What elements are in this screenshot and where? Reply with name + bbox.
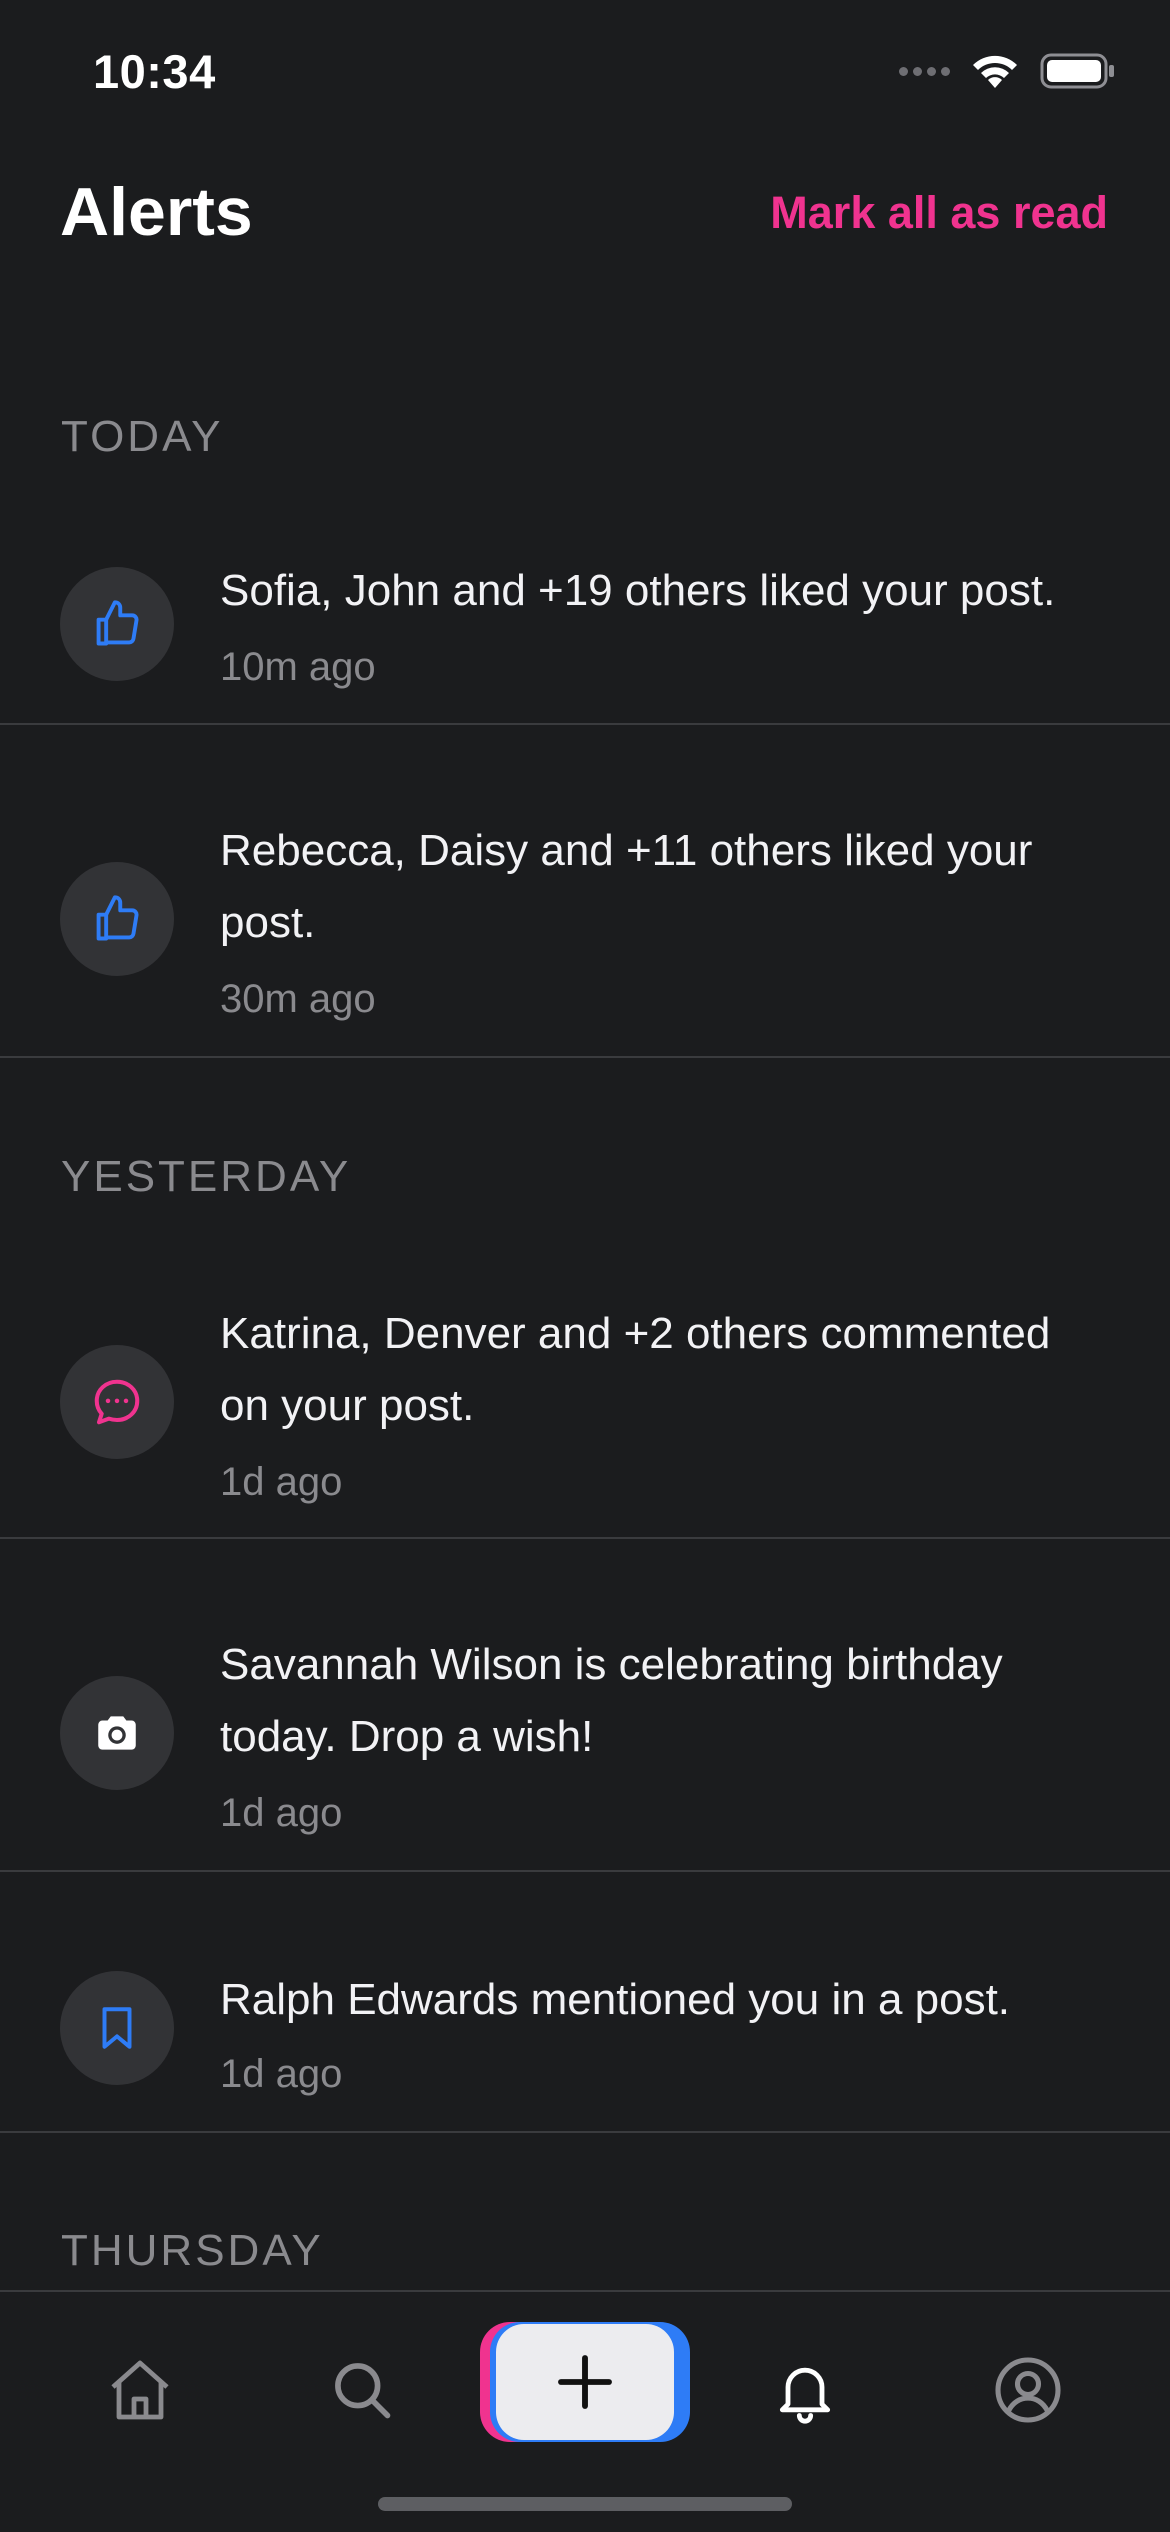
- alert-text: Katrina, Denver and +2 others commented …: [220, 1309, 1051, 1430]
- home-indicator[interactable]: [378, 2497, 792, 2511]
- alert-time: 1d ago: [220, 1791, 343, 1835]
- alert-icon-container: [60, 1676, 174, 1790]
- search-icon: [335, 2363, 391, 2419]
- alert-text: Rebecca, Daisy and +11 others liked your…: [220, 826, 1033, 947]
- alert-time: 10m ago: [220, 645, 376, 689]
- alert-icon-container: [60, 1971, 174, 2085]
- alert-time: 1d ago: [220, 1460, 343, 1504]
- bell-icon: [779, 2367, 831, 2424]
- alert-icon-container: [60, 1345, 174, 1459]
- status-bar: 10:34: [0, 0, 1170, 150]
- thumbs-up-icon: [96, 600, 139, 646]
- alert-row[interactable]: Savannah Wilson is celebrating birthday …: [0, 1539, 1170, 1872]
- alert-icon-container: [60, 567, 174, 681]
- tab-profile[interactable]: [978, 2340, 1078, 2440]
- alert-row[interactable]: Ralph Edwards mentioned you in a post. 1…: [0, 1872, 1170, 2133]
- alert-time: 30m ago: [220, 977, 376, 1021]
- alert-row[interactable]: Katrina, Denver and +2 others commented …: [0, 1250, 1170, 1539]
- alert-text: Sofia, John and +19 others liked your po…: [220, 566, 1056, 615]
- alerts-screen: 10:34 Alerts Mark all as read TODAY Sofi…: [0, 0, 1170, 2532]
- status-time: 10:34: [93, 45, 216, 98]
- thumbs-up-icon: [96, 895, 139, 941]
- create-post-button[interactable]: [480, 2322, 690, 2442]
- alert-icon-container: [60, 862, 174, 976]
- alert-text: Ralph Edwards mentioned you in a post.: [220, 1975, 1011, 2024]
- bookmark-icon: [102, 2007, 132, 2049]
- camera-icon: [98, 1716, 136, 1750]
- section-header-today: TODAY: [61, 412, 224, 461]
- tab-home[interactable]: [90, 2340, 190, 2440]
- section-header-yesterday: YESTERDAY: [61, 1152, 352, 1201]
- page-title: Alerts: [60, 174, 253, 250]
- alert-text: Savannah Wilson is celebrating birthday …: [220, 1640, 1003, 1761]
- tab-search[interactable]: [312, 2340, 412, 2440]
- header: Alerts Mark all as read: [0, 165, 1170, 265]
- status-icons: [899, 52, 1116, 90]
- plus-icon: [558, 2355, 612, 2409]
- mark-all-read-button[interactable]: Mark all as read: [770, 187, 1108, 239]
- battery-icon: [1040, 53, 1114, 89]
- alert-row[interactable]: Sofia, John and +19 others liked your po…: [0, 510, 1170, 725]
- alert-time: 1d ago: [220, 2052, 343, 2096]
- tab-bar: [0, 2290, 1170, 2532]
- alert-row[interactable]: Rebecca, Daisy and +11 others liked your…: [0, 725, 1170, 1058]
- tab-alerts[interactable]: [755, 2340, 855, 2440]
- profile-icon: [995, 2357, 1061, 2423]
- home-icon: [111, 2360, 169, 2420]
- wifi-icon: [973, 55, 1017, 88]
- comment-icon: [94, 1379, 140, 1425]
- cellular-signal-icon: [899, 66, 950, 76]
- section-header-thursday: THURSDAY: [61, 2226, 324, 2275]
